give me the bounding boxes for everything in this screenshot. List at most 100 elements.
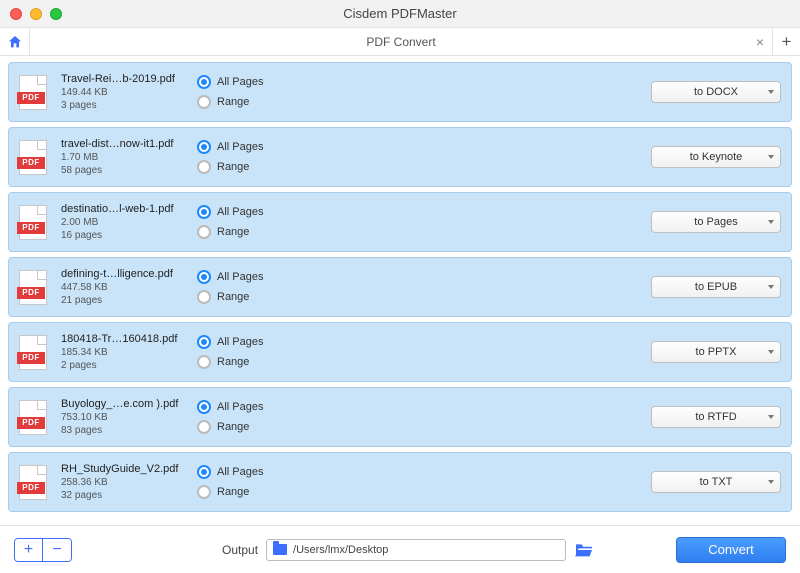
folder-icon (273, 544, 287, 555)
chevron-down-icon (768, 415, 774, 419)
file-size: 149.44 KB (61, 87, 191, 98)
output-label: Output (222, 543, 258, 557)
page-range-options: All Pages Range (197, 75, 377, 109)
output-format-dropdown[interactable]: to RTFD (651, 406, 781, 428)
all-pages-label: All Pages (217, 76, 263, 88)
output-path-field[interactable]: /Users/lmx/Desktop (266, 539, 566, 561)
convert-button[interactable]: Convert (676, 537, 786, 563)
file-row[interactable]: PDFRH_StudyGuide_V2.pdf258.36 KB32 pages… (8, 452, 792, 512)
all-pages-option[interactable]: All Pages (197, 465, 377, 479)
pdf-file-icon: PDF (19, 465, 47, 500)
radio-unselected-icon (197, 225, 211, 239)
file-name: destinatio…l-web-1.pdf (61, 203, 191, 215)
file-size: 258.36 KB (61, 477, 191, 488)
file-name: 180418-Tr…160418.pdf (61, 333, 191, 345)
file-row[interactable]: PDFtravel-dist…now-it1.pdf1.70 MB58 page… (8, 127, 792, 187)
tab-pdf-convert[interactable]: PDF Convert × (30, 28, 772, 55)
minimize-window-button[interactable] (30, 8, 42, 20)
footer-bar: + − Output /Users/lmx/Desktop Convert (0, 525, 800, 573)
all-pages-label: All Pages (217, 336, 263, 348)
range-label: Range (217, 356, 249, 368)
file-name: Travel-Rei…b-2019.pdf (61, 73, 191, 85)
range-option[interactable]: Range (197, 290, 377, 304)
pdf-file-icon: PDF (19, 205, 47, 240)
chevron-down-icon (768, 155, 774, 159)
file-meta: destinatio…l-web-1.pdf2.00 MB16 pages (61, 203, 191, 241)
pdf-badge: PDF (17, 92, 45, 104)
range-option[interactable]: Range (197, 225, 377, 239)
pdf-file-icon: PDF (19, 75, 47, 110)
range-option[interactable]: Range (197, 95, 377, 109)
home-icon (7, 34, 23, 50)
range-label: Range (217, 291, 249, 303)
tab-bar: PDF Convert × + (0, 28, 800, 56)
new-tab-button[interactable]: + (772, 28, 800, 55)
open-folder-icon (574, 542, 594, 558)
file-row[interactable]: PDFTravel-Rei…b-2019.pdf149.44 KB3 pages… (8, 62, 792, 122)
range-label: Range (217, 161, 249, 173)
add-file-button[interactable]: + (15, 539, 43, 561)
all-pages-option[interactable]: All Pages (197, 205, 377, 219)
file-meta: Travel-Rei…b-2019.pdf149.44 KB3 pages (61, 73, 191, 111)
all-pages-label: All Pages (217, 401, 263, 413)
pdf-badge: PDF (17, 222, 45, 234)
page-range-options: All Pages Range (197, 335, 377, 369)
output-format-dropdown[interactable]: to TXT (651, 471, 781, 493)
file-meta: Buyology_…e.com ).pdf753.10 KB83 pages (61, 398, 191, 436)
pdf-badge: PDF (17, 287, 45, 299)
radio-unselected-icon (197, 355, 211, 369)
output-format-dropdown[interactable]: to Pages (651, 211, 781, 233)
file-row[interactable]: PDF180418-Tr…160418.pdf185.34 KB2 pagesA… (8, 322, 792, 382)
output-format-label: to DOCX (694, 86, 738, 98)
radio-unselected-icon (197, 420, 211, 434)
file-row[interactable]: PDFBuyology_…e.com ).pdf753.10 KB83 page… (8, 387, 792, 447)
all-pages-option[interactable]: All Pages (197, 75, 377, 89)
page-range-options: All Pages Range (197, 465, 377, 499)
chevron-down-icon (768, 350, 774, 354)
close-tab-button[interactable]: × (756, 34, 764, 50)
zoom-window-button[interactable] (50, 8, 62, 20)
pdf-badge: PDF (17, 352, 45, 364)
convert-button-label: Convert (708, 542, 754, 557)
close-window-button[interactable] (10, 8, 22, 20)
output-format-dropdown[interactable]: to Keynote (651, 146, 781, 168)
output-format-dropdown[interactable]: to DOCX (651, 81, 781, 103)
browse-output-button[interactable] (574, 542, 594, 558)
range-option[interactable]: Range (197, 355, 377, 369)
radio-selected-icon (197, 400, 211, 414)
output-format-dropdown[interactable]: to PPTX (651, 341, 781, 363)
all-pages-label: All Pages (217, 206, 263, 218)
file-page-count: 32 pages (61, 490, 191, 501)
range-label: Range (217, 226, 249, 238)
radio-selected-icon (197, 335, 211, 349)
file-row[interactable]: PDF defining-t…lligence.pdf447.58 KB21 pa… (8, 257, 792, 317)
chevron-down-icon (768, 220, 774, 224)
page-range-options: All Pages Range (197, 205, 377, 239)
file-meta: 180418-Tr…160418.pdf185.34 KB2 pages (61, 333, 191, 371)
file-row[interactable]: PDF destinatio…l-web-1.pdf2.00 MB16 pages… (8, 192, 792, 252)
file-name: Buyology_…e.com ).pdf (61, 398, 191, 410)
home-button[interactable] (0, 28, 30, 55)
output-format-dropdown[interactable]: to EPUB (651, 276, 781, 298)
range-option[interactable]: Range (197, 485, 377, 499)
radio-selected-icon (197, 75, 211, 89)
file-page-count: 58 pages (61, 165, 191, 176)
output-format-label: to Keynote (690, 151, 743, 163)
all-pages-option[interactable]: All Pages (197, 335, 377, 349)
all-pages-option[interactable]: All Pages (197, 140, 377, 154)
output-format-label: to RTFD (695, 411, 736, 423)
file-meta: defining-t…lligence.pdf447.58 KB21 pages (61, 268, 191, 306)
file-list: PDFTravel-Rei…b-2019.pdf149.44 KB3 pages… (0, 56, 800, 512)
add-remove-group: + − (14, 538, 72, 562)
remove-file-button[interactable]: − (43, 539, 71, 561)
output-format-label: to EPUB (695, 281, 737, 293)
all-pages-option[interactable]: All Pages (197, 270, 377, 284)
all-pages-label: All Pages (217, 271, 263, 283)
radio-selected-icon (197, 140, 211, 154)
all-pages-option[interactable]: All Pages (197, 400, 377, 414)
range-option[interactable]: Range (197, 160, 377, 174)
pdf-file-icon: PDF (19, 335, 47, 370)
output-format-label: to TXT (700, 476, 733, 488)
radio-selected-icon (197, 205, 211, 219)
range-option[interactable]: Range (197, 420, 377, 434)
